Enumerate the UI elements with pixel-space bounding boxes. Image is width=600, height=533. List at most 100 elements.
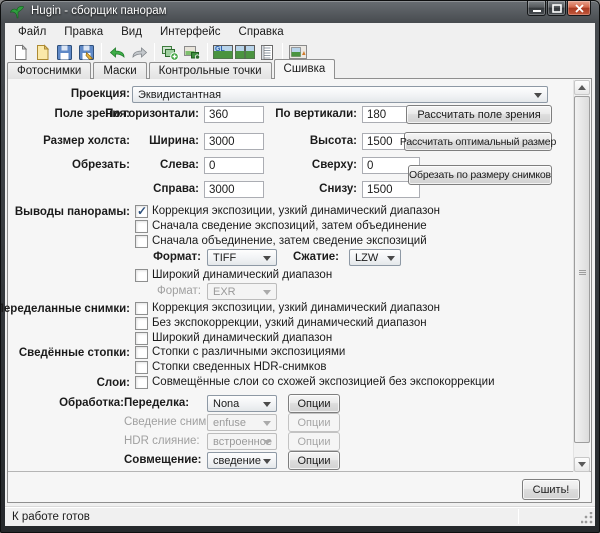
projection-combobox[interactable]: Эквидистантная — [132, 86, 548, 103]
status-text: К работе готов — [12, 511, 90, 523]
menu-interface[interactable]: Интерфейс — [151, 24, 230, 40]
scrollbar-up-button[interactable] — [574, 80, 590, 95]
menu-view[interactable]: Вид — [112, 24, 151, 40]
tabstrip: Фотоснимки Маски Контрольные точки Сшивк… — [7, 59, 337, 79]
stacks-fused-hdr-checkbox[interactable] — [135, 361, 148, 374]
crop-top-label: Сверху: — [238, 159, 357, 171]
remapper-combobox[interactable]: Nona — [207, 395, 277, 412]
canvas-width-label: Ширина: — [68, 135, 199, 147]
stitch-button[interactable]: Сшить! — [522, 479, 580, 500]
titlebar[interactable]: Hugin - сборщик панорам — [1, 1, 599, 23]
remapped-hdr-label: Широкий динамический диапазон — [152, 332, 332, 344]
processing-label: Обработка: — [0, 397, 124, 409]
close-icon — [575, 4, 584, 13]
calculate-fov-button[interactable]: Рассчитать поле зрения — [406, 105, 552, 124]
hdr-format-value: EXR — [213, 286, 236, 298]
open-project-icon — [34, 44, 51, 61]
blended-stacks-label: Сведённые стопки: — [0, 347, 130, 359]
calculate-optimal-size-button[interactable]: Рассчитать оптимальный размер — [404, 132, 552, 151]
menubar: Файл Правка Вид Интерфейс Справка — [5, 23, 595, 41]
format-label: Формат: — [101, 251, 201, 263]
projection-label: Проекция: — [0, 88, 130, 100]
statusbar: К работе готов — [5, 506, 595, 526]
hdr-merger-value: встроенное — [213, 436, 272, 448]
crop-to-images-button[interactable]: Обрезать по размеру снимков — [408, 165, 552, 185]
scrollbar-thumb[interactable] — [574, 96, 590, 443]
client-area: Файл Правка Вид Интерфейс Справка — [5, 23, 595, 526]
preview-window-icon — [289, 44, 307, 60]
remapper-value: Nona — [213, 398, 239, 410]
crop-left-label: Слева: — [68, 159, 199, 171]
stitcher-panel: Проекция: Эквидистантная Поле зрения: По… — [7, 78, 592, 503]
maximize-icon — [552, 4, 562, 13]
hdr-format-combobox: EXR — [207, 283, 277, 300]
tab-stitcher[interactable]: Сшивка — [274, 59, 336, 79]
stacks-fused-hdr-label: Стопки сведенных HDR-снимков — [152, 361, 326, 373]
fov-horizontal-label: По горизонтали: — [68, 108, 199, 120]
image-fusion-options-button: Опции — [288, 413, 340, 432]
redo-icon — [131, 44, 148, 61]
crop-bottom-label: Снизу: — [238, 183, 357, 195]
layers-blended-label: Совмещённые слои со схожей экспозицией б… — [152, 376, 495, 388]
output-hdr-checkbox[interactable] — [135, 269, 148, 282]
scroll-up-icon — [578, 81, 586, 90]
tab-photos[interactable]: Фотоснимки — [7, 62, 91, 79]
svg-text:GL: GL — [215, 46, 225, 53]
tab-masks[interactable]: Маски — [93, 62, 146, 79]
menu-file[interactable]: Файл — [9, 24, 55, 40]
gl-preview-icon: GL — [213, 44, 233, 60]
new-project-icon — [12, 44, 29, 61]
statusbar-divider — [518, 509, 519, 524]
remapped-exposure-corrected-label: Коррекция экспозиции, узкий динамический… — [152, 302, 440, 314]
output-fused-then-blended-label: Сначала сведение экспозиций, затем объед… — [152, 220, 427, 232]
remapped-hdr-checkbox[interactable] — [135, 332, 148, 345]
tab-control-points[interactable]: Контрольные точки — [149, 62, 272, 79]
remapped-no-correction-label: Без экспокоррекции, узкий динамический д… — [152, 317, 427, 329]
stacks-various-exposures-label: Стопки с различными экспозициями — [152, 346, 345, 358]
menu-help[interactable]: Справка — [230, 24, 293, 40]
projection-value: Эквидистантная — [138, 89, 221, 101]
maximize-button[interactable] — [547, 1, 566, 16]
hugin-app-icon — [9, 4, 25, 20]
hdr-format-label: Формат: — [101, 285, 201, 297]
window-controls — [526, 1, 591, 16]
format-value: TIFF — [213, 252, 236, 264]
compression-value: LZW — [355, 252, 378, 264]
output-fused-then-blended-checkbox[interactable] — [135, 220, 148, 233]
fov-vertical-label: По вертикали: — [238, 108, 357, 120]
output-exposure-corrected-checkbox[interactable] — [135, 205, 148, 218]
minimize-button[interactable] — [527, 1, 546, 16]
menu-edit[interactable]: Правка — [55, 24, 112, 40]
remapped-images-label: Переделанные снимки: — [0, 303, 130, 315]
vertical-scrollbar[interactable] — [573, 80, 589, 472]
undo-icon — [109, 44, 126, 61]
hugin-window: Hugin - сборщик панорам Файл Правка Вид … — [0, 0, 600, 533]
minimize-icon — [532, 4, 542, 13]
panorama-outputs-label: Выводы панорамы: — [0, 206, 130, 218]
show-control-points-icon — [259, 44, 275, 61]
compression-combobox[interactable]: LZW — [349, 249, 401, 266]
resize-grip[interactable] — [581, 512, 593, 524]
compression-label: Сжатие: — [259, 251, 339, 263]
blender-options-button[interactable]: Опции — [288, 451, 340, 470]
stacks-various-exposures-checkbox[interactable] — [135, 346, 148, 359]
layers-blended-checkbox[interactable] — [135, 376, 148, 389]
crop-right-label: Справа: — [68, 183, 199, 195]
layers-label: Слои: — [0, 377, 130, 389]
hdr-merger-options-button: Опции — [288, 432, 340, 451]
stitcher-scroll-region: Проекция: Эквидистантная Поле зрения: По… — [8, 79, 591, 472]
blender-combobox[interactable]: сведение — [207, 452, 277, 469]
scroll-down-icon — [578, 462, 586, 471]
save-project-icon — [56, 44, 73, 61]
scrollbar-down-button[interactable] — [574, 457, 590, 472]
output-exposure-corrected-label: Коррекция экспозиции, узкий динамический… — [152, 205, 440, 217]
remapped-exposure-corrected-checkbox[interactable] — [135, 302, 148, 315]
remapped-no-correction-checkbox[interactable] — [135, 317, 148, 330]
blender-value: сведение — [213, 455, 261, 467]
output-blended-then-fused-checkbox[interactable] — [135, 235, 148, 248]
preview-icon — [235, 44, 255, 60]
close-button[interactable] — [567, 1, 591, 16]
image-fusion-value: enfuse — [213, 417, 246, 429]
canvas-height-label: Высота: — [238, 135, 357, 147]
remapper-options-button[interactable]: Опции — [288, 394, 340, 413]
